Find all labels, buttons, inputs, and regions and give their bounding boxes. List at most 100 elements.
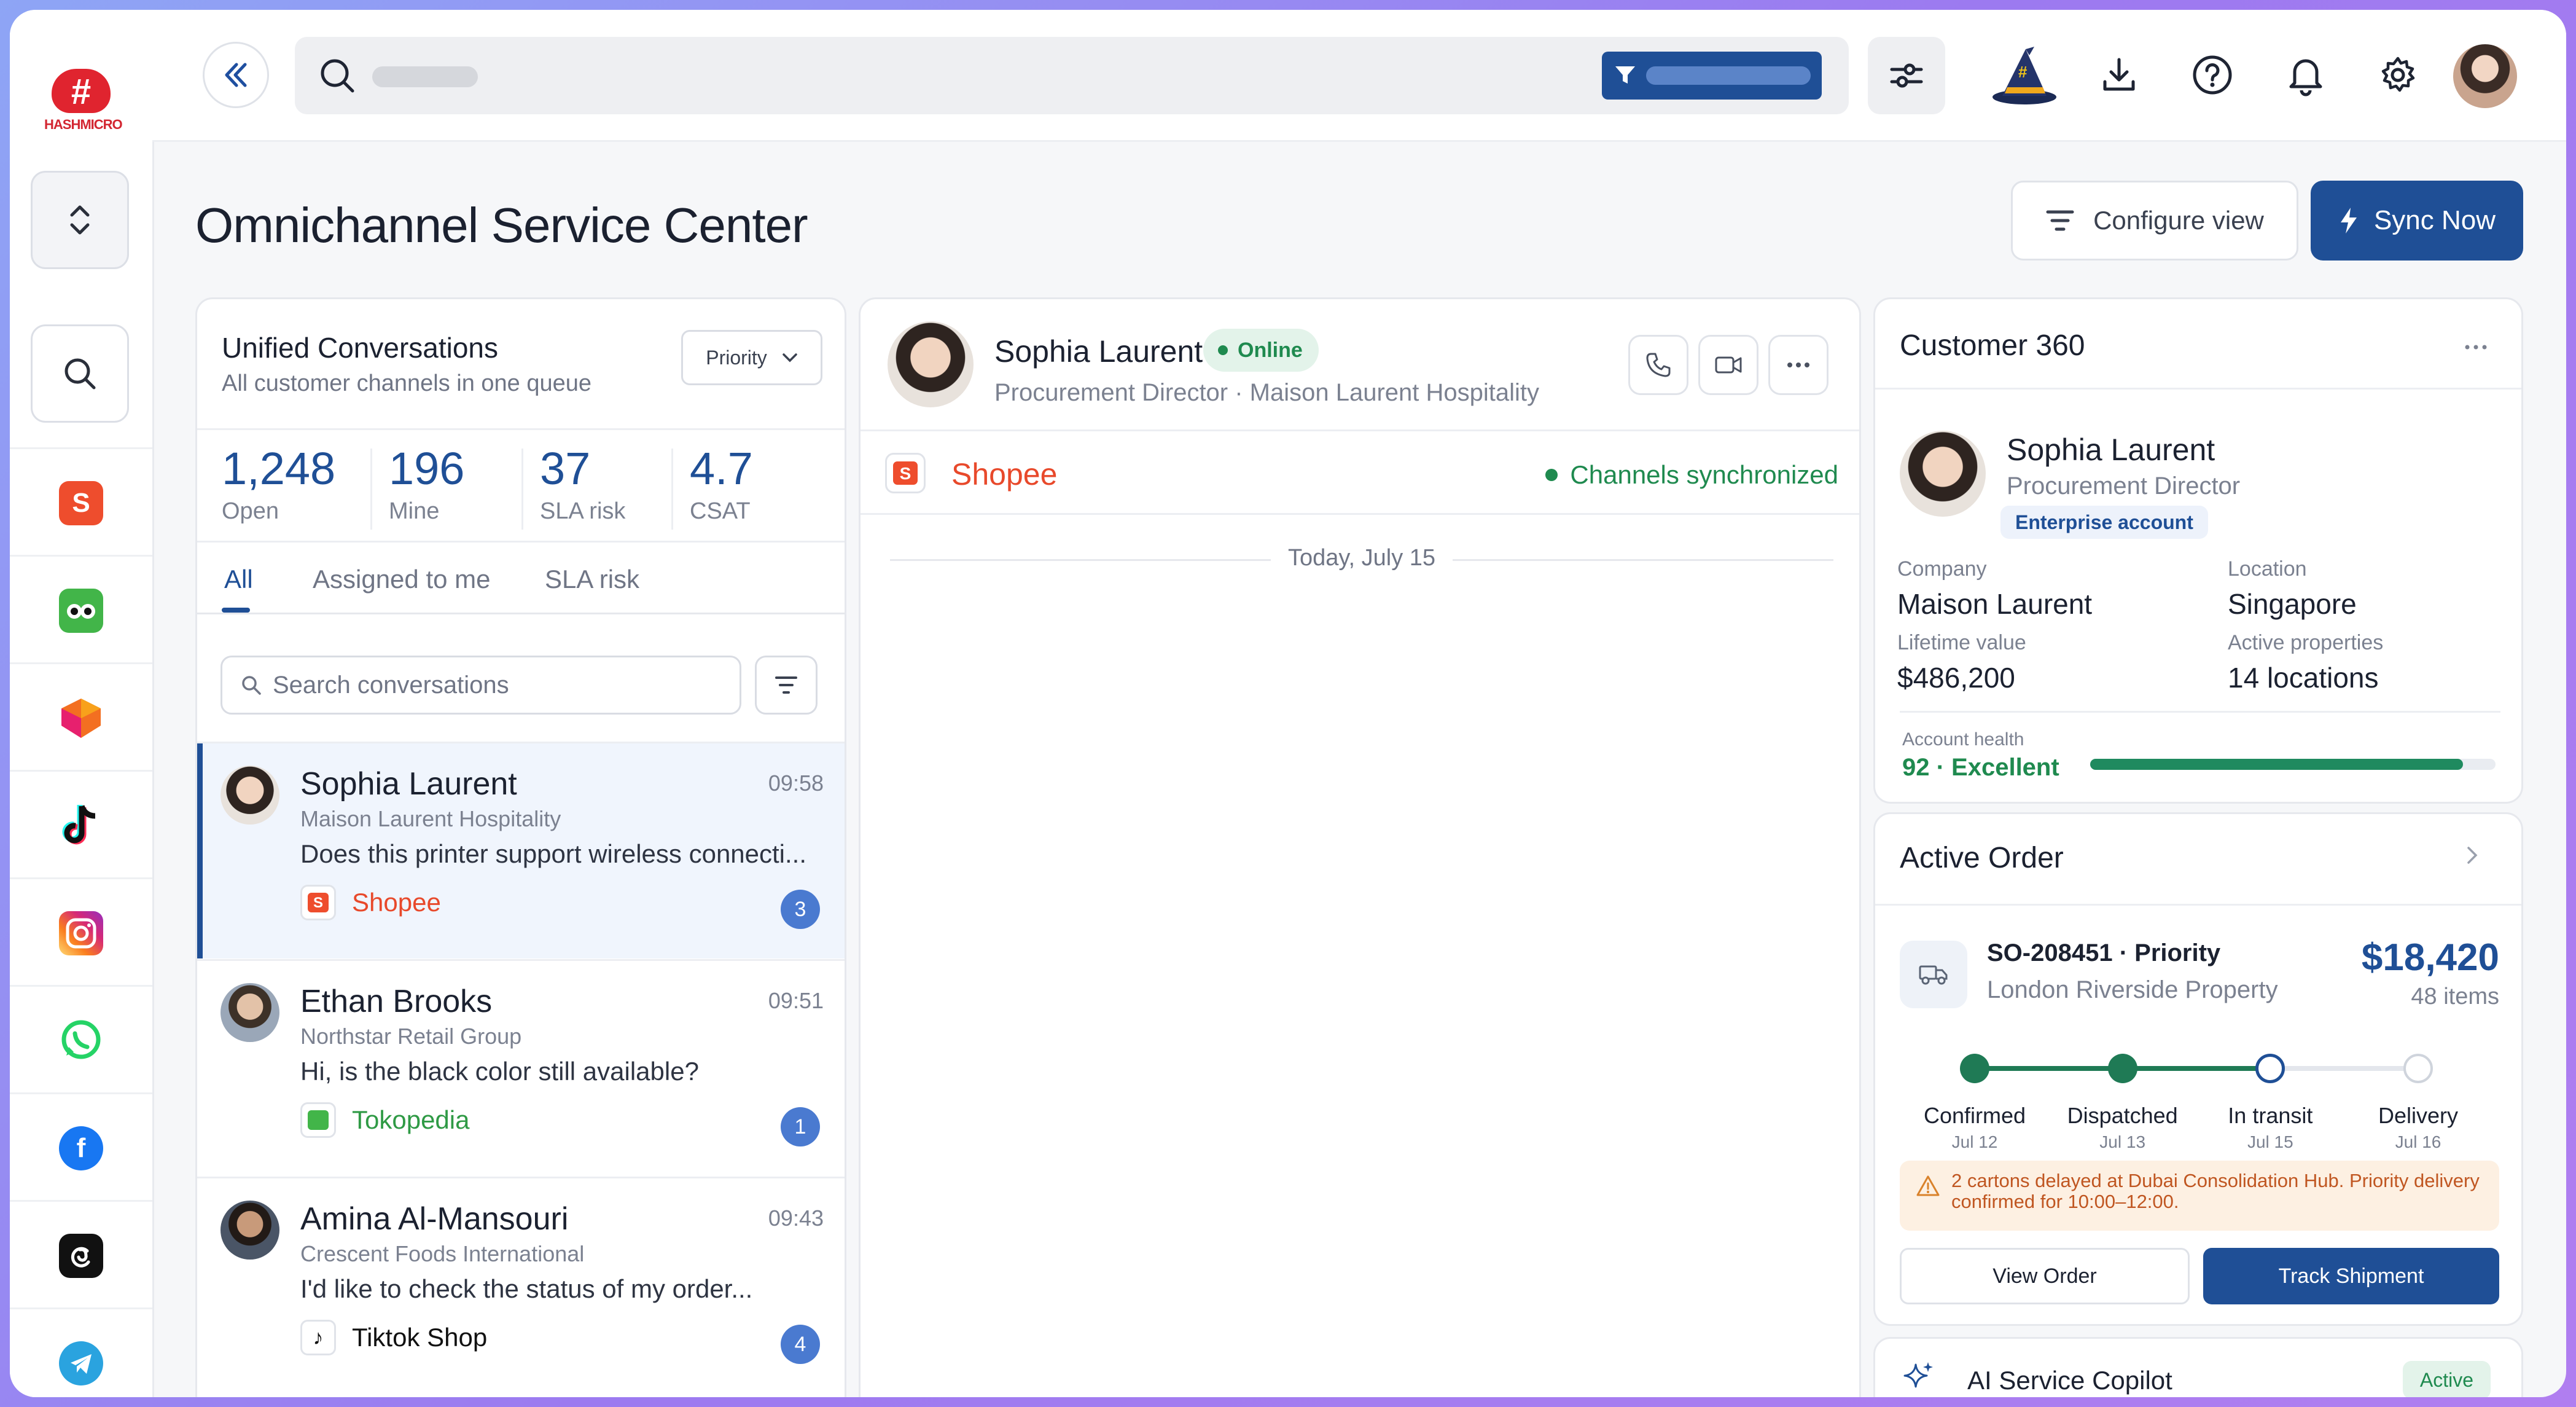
search-placeholder-skeleton xyxy=(372,66,478,87)
phone-icon xyxy=(1646,353,1671,377)
conversation-item[interactable]: Ethan Brooks 09:51 Northstar Retail Grou… xyxy=(197,959,845,1176)
settings-button[interactable] xyxy=(2367,44,2429,106)
active-order-title: Active Order xyxy=(1900,842,2064,874)
stat-value: 37 xyxy=(540,443,591,494)
account-health-value: 92 · Excellent xyxy=(1902,754,2059,781)
customer-role: Procurement Director xyxy=(2007,472,2241,500)
lightning-icon xyxy=(2340,208,2357,233)
field-value: 14 locations xyxy=(2228,662,2379,694)
configure-view-button[interactable]: Configure view xyxy=(2011,181,2298,261)
tiktok-icon xyxy=(62,804,96,844)
wizard-hat-button[interactable]: # xyxy=(1988,44,2061,106)
more-horizontal-icon xyxy=(1787,363,1809,367)
video-call-button[interactable] xyxy=(1698,335,1758,395)
collapse-sidebar-button[interactable] xyxy=(203,42,269,108)
chevron-up-down-icon xyxy=(70,205,90,235)
rail-search-button[interactable] xyxy=(31,324,129,423)
message-time: 09:43 xyxy=(768,1205,824,1231)
stat-csat: 4.7 CSAT xyxy=(690,442,753,525)
rail-app-instagram[interactable] xyxy=(10,877,152,987)
help-button[interactable] xyxy=(2182,44,2243,106)
step-label: Dispatched xyxy=(2067,1103,2178,1128)
divider xyxy=(1875,388,2521,390)
conversation-item[interactable]: Sophia Laurent 09:58 Maison Laurent Hosp… xyxy=(197,742,845,958)
channel-tag: S Shopee xyxy=(300,885,441,920)
ai-copilot-panel[interactable]: AI Service Copilot Active xyxy=(1873,1337,2523,1397)
tiktok-icon: ♪ xyxy=(300,1320,336,1355)
top-bar: # xyxy=(152,10,2566,142)
facebook-icon: f xyxy=(59,1126,103,1170)
contact-name: Ethan Brooks xyxy=(300,984,493,1019)
workspace-switcher-button[interactable] xyxy=(31,171,129,269)
conversation-search-input[interactable]: Search conversations xyxy=(221,656,741,715)
rail-app-telegram[interactable] xyxy=(10,1307,152,1397)
shipment-progress-track xyxy=(1975,1066,2418,1071)
status-badge: Online xyxy=(1203,329,1319,372)
step-label: Confirmed xyxy=(1923,1103,2026,1128)
sort-select[interactable]: Priority xyxy=(681,330,822,385)
more-options-button[interactable] xyxy=(1768,335,1829,395)
more-options-button[interactable] xyxy=(2464,324,2488,357)
download-button[interactable] xyxy=(2088,44,2150,106)
rail-app-whatsapp[interactable] xyxy=(10,985,152,1094)
global-search-bar[interactable] xyxy=(295,37,1849,114)
step-dot-in-transit xyxy=(2255,1054,2285,1083)
open-order-button[interactable] xyxy=(2466,844,2478,871)
step-date: Jul 12 xyxy=(1951,1132,1998,1151)
chat-panel: Sophia Laurent Online Procurement Direct… xyxy=(859,297,1861,1397)
track-shipment-button[interactable]: Track Shipment xyxy=(2203,1248,2499,1304)
order-location: London Riverside Property xyxy=(1987,976,2278,1003)
field-label: Location xyxy=(2228,557,2307,581)
step-date: Jul 13 xyxy=(2099,1132,2146,1151)
queue-stats: 1,248 Open 196 Mine 37 SLA risk 4.7 CSAT xyxy=(197,428,845,543)
stat-label: Mine xyxy=(389,498,440,524)
tab-all[interactable]: All xyxy=(224,565,253,594)
contact-name: Amina Al-Mansouri xyxy=(300,1201,569,1237)
rail-app-tokopedia[interactable] xyxy=(10,555,152,664)
stat-sla-risk: 37 SLA risk xyxy=(540,442,625,525)
step-date: Jul 16 xyxy=(2395,1132,2441,1151)
rail-app-tiktok[interactable] xyxy=(10,770,152,879)
stat-value: 4.7 xyxy=(690,443,753,494)
step-date: Jul 15 xyxy=(2247,1132,2293,1151)
channel-name: Shopee xyxy=(951,457,1058,492)
rail-app-threads[interactable] xyxy=(10,1200,152,1309)
conversation-filter-button[interactable] xyxy=(755,656,818,715)
conversation-item[interactable]: Amina Al-Mansouri 09:43 Crescent Foods I… xyxy=(197,1177,845,1393)
sync-now-button[interactable]: Sync Now xyxy=(2311,181,2523,261)
gear-icon xyxy=(2381,57,2415,92)
stat-value: 1,248 xyxy=(222,443,336,494)
channel-name: Tokopedia xyxy=(352,1105,470,1134)
user-avatar[interactable] xyxy=(2453,44,2517,108)
notifications-button[interactable] xyxy=(2275,44,2336,106)
avatar xyxy=(221,766,279,825)
tab-sla-risk[interactable]: SLA risk xyxy=(545,565,639,594)
rail-app-shopee[interactable]: S xyxy=(10,447,152,557)
truck-icon xyxy=(1900,941,1967,1008)
message-preview: Does this printer support wireless conne… xyxy=(300,839,807,868)
sync-status: Channels synchronized xyxy=(1545,460,1838,490)
search-filter-chip[interactable] xyxy=(1602,52,1822,100)
customer-360-panel: Customer 360 Sophia Laurent Procurement … xyxy=(1873,297,2523,804)
order-item-count: 48 items xyxy=(2411,984,2499,1009)
tab-assigned-to-me[interactable]: Assigned to me xyxy=(313,565,491,594)
advanced-filter-button[interactable] xyxy=(1868,37,1945,114)
view-order-button[interactable]: View Order xyxy=(1900,1248,2190,1304)
rail-app-lazada[interactable] xyxy=(10,662,152,772)
app-window: # HASHMICRO S f # Omnichannel Service Ce… xyxy=(10,10,2566,1397)
conversation-tabs: All Assigned to me SLA risk xyxy=(197,551,845,614)
delay-warning: 2 cartons delayed at Dubai Consolidation… xyxy=(1900,1161,2499,1231)
unread-count-badge: 1 xyxy=(781,1107,820,1146)
call-button[interactable] xyxy=(1628,335,1688,395)
channel-name: Shopee xyxy=(352,888,441,917)
unread-count-badge: 4 xyxy=(781,1325,820,1364)
field-label: Lifetime value xyxy=(1897,631,2026,654)
field-lifetime-value: Lifetime value $486,200 xyxy=(1897,631,2026,694)
instagram-icon xyxy=(59,911,103,955)
logo-mark: # xyxy=(52,69,111,113)
rail-app-facebook[interactable]: f xyxy=(10,1092,152,1202)
account-health-fill xyxy=(2090,759,2464,770)
message-preview: I'd like to check the status of my order… xyxy=(300,1274,753,1303)
contact-name: Sophia Laurent xyxy=(300,766,517,802)
step-dot-confirmed xyxy=(1960,1054,1989,1083)
